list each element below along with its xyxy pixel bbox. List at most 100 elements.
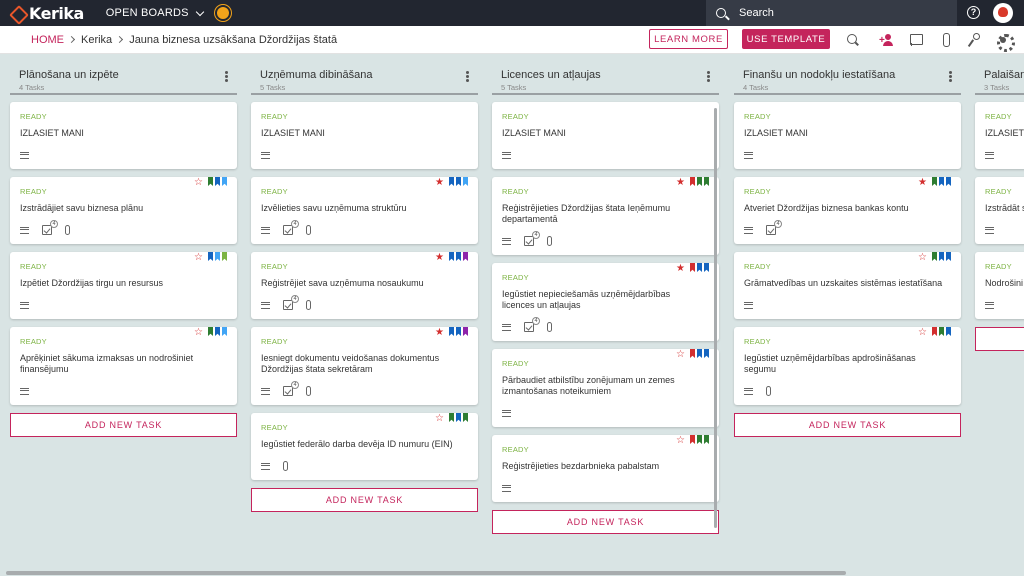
card-list: READY IZLASIET MANI READY Reģistrējieties D…: [492, 102, 719, 534]
checklist-count: 4: [291, 220, 299, 228]
task-card[interactable]: READY Atveriet Džordžijas biznesa bankas …: [734, 177, 961, 244]
task-card[interactable]: READY IZLASIET MANI: [734, 102, 961, 169]
star-filled-icon[interactable]: ★: [676, 264, 685, 274]
star-filled-icon[interactable]: ★: [435, 328, 444, 338]
tag-flag-icon: [463, 252, 468, 261]
column-task-count: 4 Tasks: [19, 83, 45, 92]
star-filled-icon[interactable]: ★: [435, 253, 444, 263]
kerika-logo[interactable]: Kerika: [10, 4, 84, 23]
task-card[interactable]: READY Nodrošini vietu: [975, 252, 1024, 319]
card-title: Iesniegt dokumentu veidošanas dokumentus…: [261, 353, 440, 374]
board-search-icon[interactable]: [846, 33, 860, 47]
task-card[interactable]: READY Iegūstiet uzņēmējdarbības apdrošinā…: [734, 327, 961, 405]
horizontal-scrollbar[interactable]: [6, 571, 846, 575]
card-status: READY: [261, 262, 288, 271]
breadcrumb-workspace[interactable]: Kerika: [81, 34, 112, 46]
app-name: Kerika: [29, 3, 84, 23]
card-icons: 4: [502, 231, 709, 247]
task-card[interactable]: READY IZLASIET MANI: [10, 102, 237, 169]
column-header[interactable]: Plānošana un izpēte 4 Tasks: [10, 54, 237, 95]
star-filled-icon[interactable]: ★: [676, 178, 685, 188]
help-icon[interactable]: ?: [967, 6, 980, 19]
star-outline-icon[interactable]: ☆: [676, 436, 685, 446]
gear-icon[interactable]: [996, 33, 1015, 52]
tag-flag-icon: [215, 327, 220, 336]
avatar[interactable]: [993, 3, 1013, 23]
card-icons: [261, 149, 468, 161]
task-card[interactable]: READY Reģistrējieties Džordžijas štata Ie…: [492, 177, 719, 255]
add-new-task-button[interactable]: ADD NEW TASK: [251, 488, 478, 512]
card-title: IZLASIET MANI: [20, 128, 84, 138]
more-vertical-icon[interactable]: [707, 71, 710, 82]
checklist-count: 4: [532, 317, 540, 325]
tag-flag-icon: [946, 177, 951, 186]
task-card[interactable]: READY Reģistrējieties bezdarbnieka pabals…: [492, 435, 719, 502]
more-vertical-icon[interactable]: [466, 71, 469, 82]
description-icon: [744, 151, 753, 159]
card-icons: [744, 149, 951, 161]
task-card[interactable]: READY Aprēķiniet sākuma izmaksas un nodro…: [10, 327, 237, 405]
add-new-task-button[interactable]: ADD NEW TASK: [975, 327, 1024, 351]
breadcrumb-home[interactable]: HOME: [31, 34, 64, 46]
description-icon: [985, 226, 994, 234]
sun-icon[interactable]: [216, 7, 229, 19]
more-vertical-icon[interactable]: [225, 71, 228, 82]
task-card[interactable]: READY Reģistrējiet sava uzņēmuma nosaukum…: [251, 252, 478, 319]
card-icons: 4: [261, 220, 468, 236]
add-user-plus-icon: +: [879, 35, 885, 46]
card-icons: [20, 299, 227, 311]
star-filled-icon[interactable]: ★: [918, 178, 927, 188]
chevron-right-icon: [67, 35, 76, 44]
checklist-icon: 4: [283, 220, 299, 235]
use-template-button[interactable]: USE TEMPLATE: [742, 29, 830, 49]
key-icon[interactable]: [967, 33, 981, 47]
tag-flag-icon: [946, 327, 951, 336]
tag-flag-icon: [222, 252, 227, 261]
add-new-task-button[interactable]: ADD NEW TASK: [492, 510, 719, 534]
card-status: READY: [985, 112, 1012, 121]
task-card[interactable]: READY IZLASIET MANI: [251, 102, 478, 169]
add-new-task-button[interactable]: ADD NEW TASK: [734, 413, 961, 437]
learn-more-button[interactable]: LEARN MORE: [649, 29, 728, 49]
description-icon: [502, 237, 511, 245]
vertical-scrollbar[interactable]: [714, 108, 717, 528]
task-card[interactable]: READY Izpētiet Džordžijas tirgu un resurs…: [10, 252, 237, 319]
task-card[interactable]: READY Izstrādāt strateģiju: [975, 177, 1024, 244]
task-card[interactable]: READY Izstrādājiet savu biznesa plānu 4 ☆: [10, 177, 237, 244]
star-filled-icon[interactable]: ★: [435, 178, 444, 188]
tag-flag-icon: [690, 349, 695, 358]
star-outline-icon[interactable]: ☆: [676, 350, 685, 360]
task-card[interactable]: READY Iegūstiet federālo darba devēja ID …: [251, 413, 478, 480]
star-outline-icon[interactable]: ☆: [435, 414, 444, 424]
search-input[interactable]: Search: [706, 0, 957, 26]
star-outline-icon[interactable]: ☆: [194, 178, 203, 188]
tag-flag-icon: [704, 349, 709, 358]
column-header[interactable]: Licences un atļaujas 5 Tasks: [492, 54, 719, 95]
more-vertical-icon[interactable]: [949, 71, 952, 82]
tag-flag-icon: [208, 177, 213, 186]
card-status: READY: [20, 337, 47, 346]
attachment-icon[interactable]: [940, 33, 954, 47]
card-status: READY: [502, 273, 529, 282]
add-new-task-button[interactable]: ADD NEW TASK: [10, 413, 237, 437]
task-card[interactable]: READY Grāmatvedības un uzskaites sistēmas…: [734, 252, 961, 319]
tag-flag-icon: [449, 177, 454, 186]
star-outline-icon[interactable]: ☆: [194, 328, 203, 338]
star-outline-icon[interactable]: ☆: [918, 328, 927, 338]
attachment-icon: [65, 225, 70, 235]
open-boards-menu[interactable]: OPEN BOARDS: [106, 7, 204, 19]
task-card[interactable]: READY Iesniegt dokumentu veidošanas dokum…: [251, 327, 478, 405]
star-outline-icon[interactable]: ☆: [918, 253, 927, 263]
column-header[interactable]: Palaišan 3 Tasks: [975, 54, 1024, 95]
card-tags: ★: [676, 177, 709, 188]
task-card[interactable]: READY IZLASIET M: [975, 102, 1024, 169]
star-outline-icon[interactable]: ☆: [194, 253, 203, 263]
column-header[interactable]: Finanšu un nodokļu iestatīšana 4 Tasks: [734, 54, 961, 95]
task-card[interactable]: READY IZLASIET MANI: [492, 102, 719, 169]
tag-flag-icon: [456, 327, 461, 336]
chat-icon[interactable]: [909, 33, 923, 47]
task-card[interactable]: READY Pārbaudiet atbilstību zonējumam un …: [492, 349, 719, 427]
column-header[interactable]: Uzņēmuma dibināšana 5 Tasks: [251, 54, 478, 95]
task-card[interactable]: READY Izvēlieties savu uzņēmuma struktūru…: [251, 177, 478, 244]
task-card[interactable]: READY Iegūstiet nepieciešamās uzņēmējdarb…: [492, 263, 719, 341]
